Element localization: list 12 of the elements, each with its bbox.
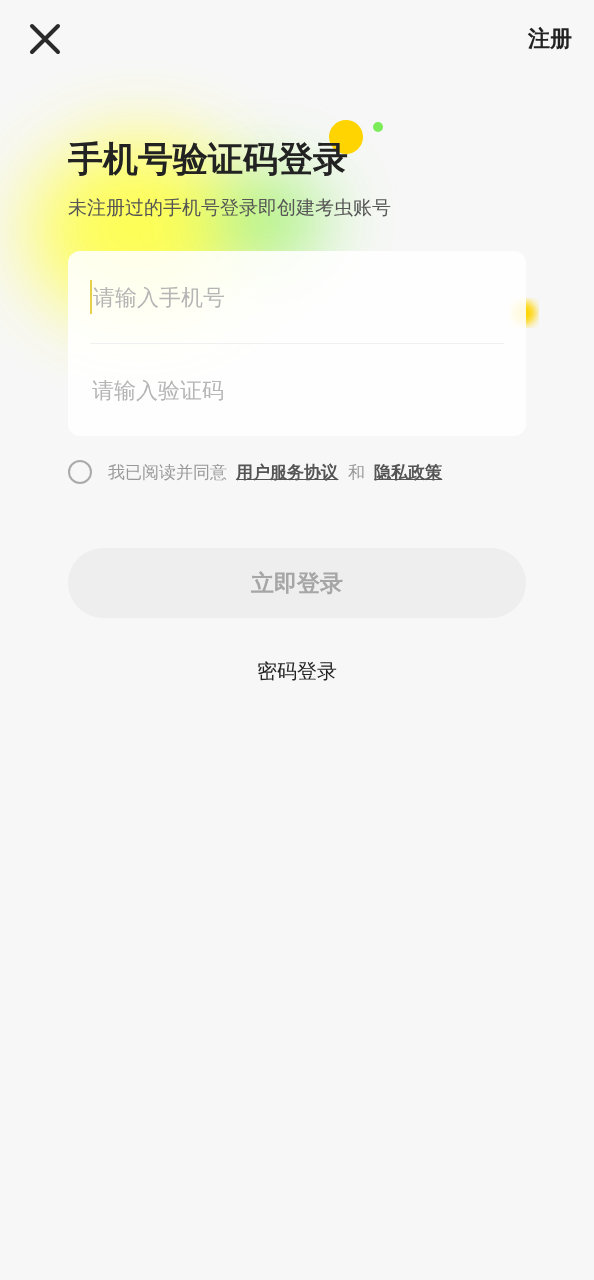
page-title: 手机号验证码登录 (68, 138, 349, 181)
password-login-link[interactable]: 密码登录 (257, 658, 337, 685)
input-field[interactable]: 请输入验证码 (90, 373, 504, 407)
agree-radio[interactable] (68, 460, 92, 484)
agreement-text: 我已阅读并同意 用户服务协议 和 隐私政策 (108, 460, 444, 484)
page-subtitle: 未注册过的手机号登录即创建考虫账号 (68, 195, 392, 220)
agreement-link[interactable]: 隐私政策 (374, 461, 443, 482)
register-button[interactable]: 注册 (528, 24, 572, 54)
close-button[interactable] (28, 22, 62, 56)
agreement-link[interactable]: 用户服务协议 (236, 461, 339, 482)
close-icon (28, 22, 62, 56)
input-field[interactable]: 请输入手机号 (90, 280, 504, 314)
